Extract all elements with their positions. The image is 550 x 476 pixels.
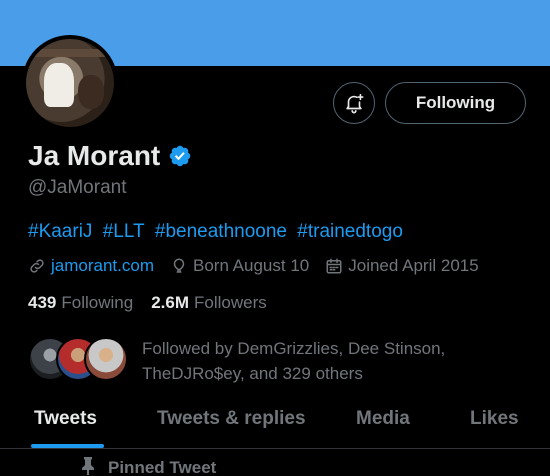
profile-name: Ja Morant: [28, 140, 161, 171]
profile-handle: @JaMorant: [28, 177, 127, 198]
pin-icon: [82, 457, 94, 475]
tab-tweets-replies[interactable]: Tweets & replies: [157, 408, 306, 430]
tab-likes[interactable]: Likes: [470, 408, 519, 430]
followers-stat[interactable]: 2.6M Followers: [151, 293, 267, 313]
joined-item: Joined April 2015: [325, 256, 479, 276]
website-item: jamorant.com: [28, 256, 154, 276]
tab-tweets[interactable]: Tweets: [34, 408, 97, 430]
avatar-photo-detail: [26, 49, 114, 57]
profile-tabs: Tweets Tweets & replies Media Likes: [0, 398, 550, 446]
avatar-photo-detail: [44, 63, 74, 107]
followed-by-avatars[interactable]: [28, 337, 132, 383]
birthday-text: Born August 10: [192, 256, 310, 275]
profile-meta: jamorant.com Born August 10 Joined April…: [28, 256, 495, 276]
followers-label: Followers: [193, 293, 267, 312]
verified-badge-icon[interactable]: [168, 144, 192, 168]
notifications-button[interactable]: [333, 82, 375, 124]
following-label: Following: [61, 293, 134, 312]
profile-bio: #KaariJ #LLT #beneathnoone #trainedtogo: [28, 221, 408, 243]
following-count: 439: [28, 293, 57, 312]
joined-text: Joined April 2015: [348, 256, 479, 275]
following-stat[interactable]: 439 Following: [28, 293, 133, 313]
hashtag-link[interactable]: #beneathnoone: [155, 221, 287, 242]
followers-count: 2.6M: [151, 293, 189, 312]
bell-plus-icon: [346, 93, 364, 114]
calendar-icon: [326, 258, 342, 274]
hashtag-link[interactable]: #LLT: [103, 221, 145, 242]
website-link[interactable]: jamorant.com: [51, 256, 154, 276]
birthday-item: Born August 10: [170, 256, 309, 276]
link-icon: [30, 259, 44, 273]
hashtag-link[interactable]: #KaariJ: [28, 221, 92, 242]
profile-name-row: Ja Morant: [28, 140, 192, 172]
follow-stats: 439 Following 2.6M Followers: [28, 293, 267, 313]
hashtag-link[interactable]: #trainedtogo: [297, 221, 403, 242]
balloon-icon: [173, 258, 185, 273]
following-button[interactable]: Following: [385, 82, 526, 124]
avatar-photo-detail: [78, 75, 104, 109]
pinned-tweet-label: Pinned Tweet: [108, 458, 217, 476]
profile-avatar[interactable]: [22, 35, 118, 131]
tab-media[interactable]: Media: [356, 408, 410, 430]
avatar: [84, 337, 128, 381]
followed-by-text[interactable]: Followed by DemGrizzlies, Dee Stinson, T…: [142, 336, 472, 386]
divider: [0, 448, 550, 449]
